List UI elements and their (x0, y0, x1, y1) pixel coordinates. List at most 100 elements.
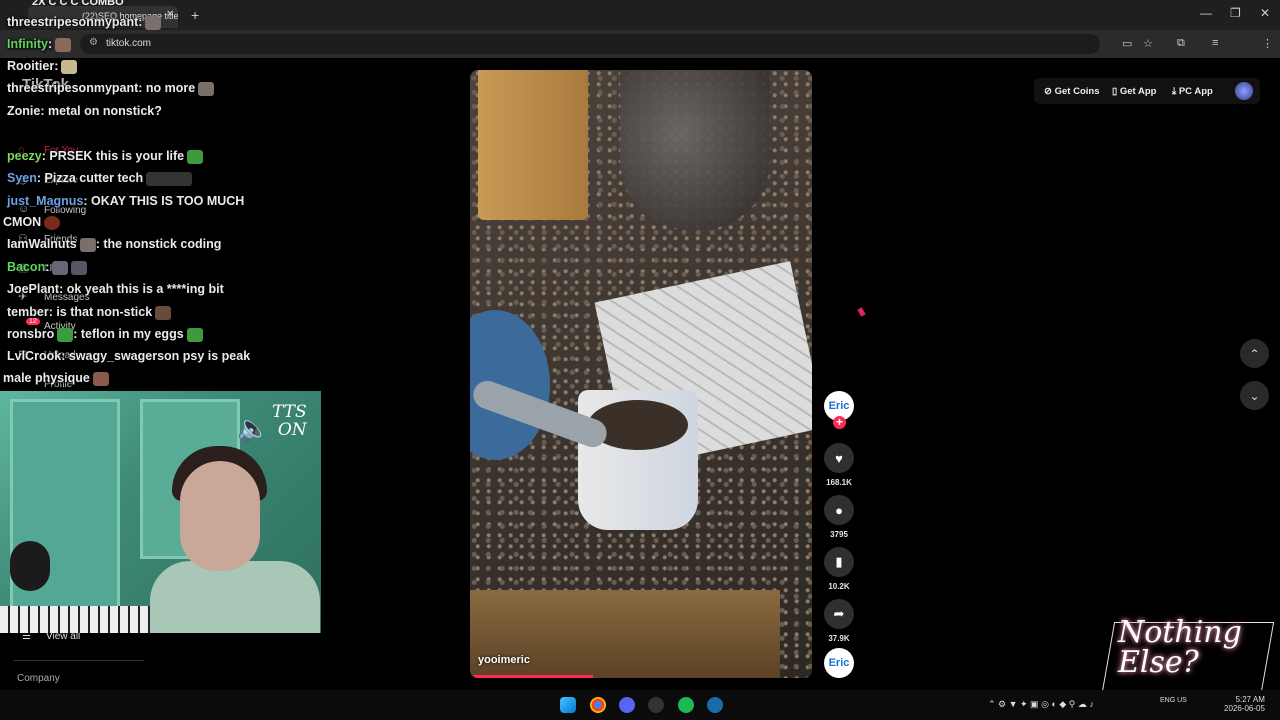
chat-text: : is that non-stick (48, 305, 153, 319)
emote-icon (57, 327, 74, 342)
share-count: 37.9K (828, 634, 850, 643)
knife-block (478, 70, 588, 220)
chat-username: Bacon (7, 260, 46, 274)
maximize-icon[interactable]: ❐ (1230, 6, 1241, 20)
video-username[interactable]: yooimeric (478, 654, 530, 666)
download-icon: ⤓ (1172, 86, 1179, 97)
windows-start-icon[interactable] (560, 697, 576, 713)
bookmark-icon[interactable]: ▮ (824, 547, 854, 577)
chat-username: Syen (7, 171, 37, 185)
emote-icon (145, 15, 162, 30)
chevron-up-icon[interactable]: ⌃ (1240, 339, 1269, 368)
bookmark-star-icon[interactable]: ☆ (1143, 37, 1153, 50)
system-tray[interactable]: ⌃ ⚙ ▼ ✦ ▣ ◎ ◐ ◆ ⚲ ☁ ♪ (988, 699, 1094, 710)
get-coins-button[interactable]: ⊘ Get Coins (1044, 86, 1099, 97)
company-heading[interactable]: Company (17, 673, 60, 684)
discord-icon[interactable] (619, 697, 635, 713)
music-avatar[interactable]: Eric (824, 648, 854, 678)
emote-icon (71, 260, 88, 275)
chat-text: : (47, 37, 53, 51)
video-player[interactable] (470, 70, 812, 678)
comment-icon[interactable]: ● (824, 495, 854, 525)
chrome-icon[interactable] (590, 697, 606, 713)
chat-text: : the nonstick coding (95, 237, 222, 251)
time: 5:27 AM (1235, 695, 1265, 704)
door (10, 399, 120, 633)
emote-icon (198, 81, 215, 96)
chat-username: JoePlant (7, 282, 60, 296)
emote-icon (155, 305, 172, 320)
chat-username: ronsbro (7, 327, 55, 341)
chat-message: Syen: Pizza cutter tech (7, 171, 193, 186)
close-window-icon[interactable]: ✕ (1260, 6, 1270, 20)
coin-icon: ⊘ (1044, 86, 1055, 97)
chat-text: : ok yeah this is a ****ing bit (59, 282, 224, 296)
chat-message: LvlCrook: swagy_swagerson psy is peak (7, 349, 250, 363)
emote-icon (187, 149, 204, 164)
chat-message: just_Magnus: OKAY THIS IS TOO MUCH (7, 194, 244, 208)
chat-text: : teflon in my eggs (73, 327, 184, 341)
chat-message: male physique (3, 371, 109, 386)
chat-username: threestripesonmypant (7, 15, 139, 29)
extensions-icon[interactable]: ⧉ (1177, 37, 1185, 50)
chat-text: : no more (138, 81, 196, 95)
minimize-icon[interactable]: — (1200, 6, 1212, 20)
language-indicator[interactable]: ENG US (1160, 697, 1187, 705)
chat-username: just_Magnus (7, 194, 84, 208)
chat-text: CMON (3, 215, 42, 229)
profile-avatar[interactable] (1235, 82, 1253, 100)
chat-username: Zonie (7, 104, 41, 118)
chat-message: threestripesonmypant: (7, 15, 162, 30)
emote-icon (146, 171, 193, 186)
tts-line: TTS (272, 402, 307, 422)
get-app-label: Get App (1119, 86, 1157, 97)
follow-plus-icon[interactable]: + (833, 416, 846, 429)
chevron-down-icon[interactable]: ⌄ (1240, 381, 1269, 410)
chat-message: tember: is that non-stick (7, 305, 172, 320)
microphone (10, 541, 50, 591)
chat-username: IamWalnuts (7, 237, 77, 251)
spotify-icon[interactable] (678, 697, 694, 713)
chat-message: Infinity: (7, 37, 72, 52)
chat-text: : PRSEK this is your life (41, 149, 185, 163)
chat-message: threestripesonmypant: no more (7, 81, 215, 96)
chat-username: tember (7, 305, 49, 319)
tts-label: TTS ON (272, 403, 307, 439)
get-app-button[interactable]: ▯ Get App (1112, 86, 1156, 97)
menu-icon[interactable]: ⋮ (1262, 37, 1273, 50)
chat-message: Bacon: (7, 260, 88, 275)
steam-icon[interactable] (707, 697, 723, 713)
chat-username: threestripesonmypant (7, 81, 139, 95)
tts-line: ON (277, 420, 307, 440)
chat-text: : (138, 15, 143, 29)
stream-chat-overlay: threestripesonmypant: Infinity: Rooitier… (0, 0, 330, 390)
video-progress-bar[interactable] (473, 675, 593, 678)
chat-message: ronsbro : teflon in my eggs (7, 327, 203, 342)
cast-icon[interactable]: ▭ (1122, 37, 1132, 50)
chat-message: peezy: PRSEK this is your life (7, 149, 204, 164)
chat-text: : metal on nonstick? (40, 104, 162, 118)
heart-icon[interactable]: ♥ (824, 443, 854, 473)
emote-icon (92, 371, 109, 386)
chat-message: JoePlant: ok yeah this is a ****ing bit (7, 282, 224, 296)
share-icon[interactable]: ➦ (824, 599, 854, 629)
obs-icon[interactable] (648, 697, 664, 713)
chat-text: : (54, 59, 59, 73)
glass-jar (620, 70, 770, 230)
chat-username: Infinity (7, 37, 48, 51)
pc-app-button[interactable]: ⤓ PC App (1172, 86, 1213, 97)
chat-message: Rooitier: (7, 59, 78, 74)
chat-text: : OKAY THIS IS TOO MUCH (83, 194, 245, 208)
emote-icon (52, 260, 69, 275)
watermark-logo: Nothing Else? (1118, 615, 1242, 680)
media-control-icon[interactable]: ≡ (1212, 37, 1218, 49)
emote-icon (61, 59, 78, 74)
sidebar-divider (14, 660, 144, 661)
pc-app-label: PC App (1178, 86, 1213, 97)
clock[interactable]: 5:27 AM 2026-06-05 (1224, 695, 1265, 713)
chat-message: CMON (3, 215, 61, 230)
get-coins-label: Get Coins (1054, 86, 1100, 97)
emote-icon (79, 237, 96, 252)
mouse-cursor (857, 307, 866, 317)
comment-count: 3795 (830, 530, 848, 539)
